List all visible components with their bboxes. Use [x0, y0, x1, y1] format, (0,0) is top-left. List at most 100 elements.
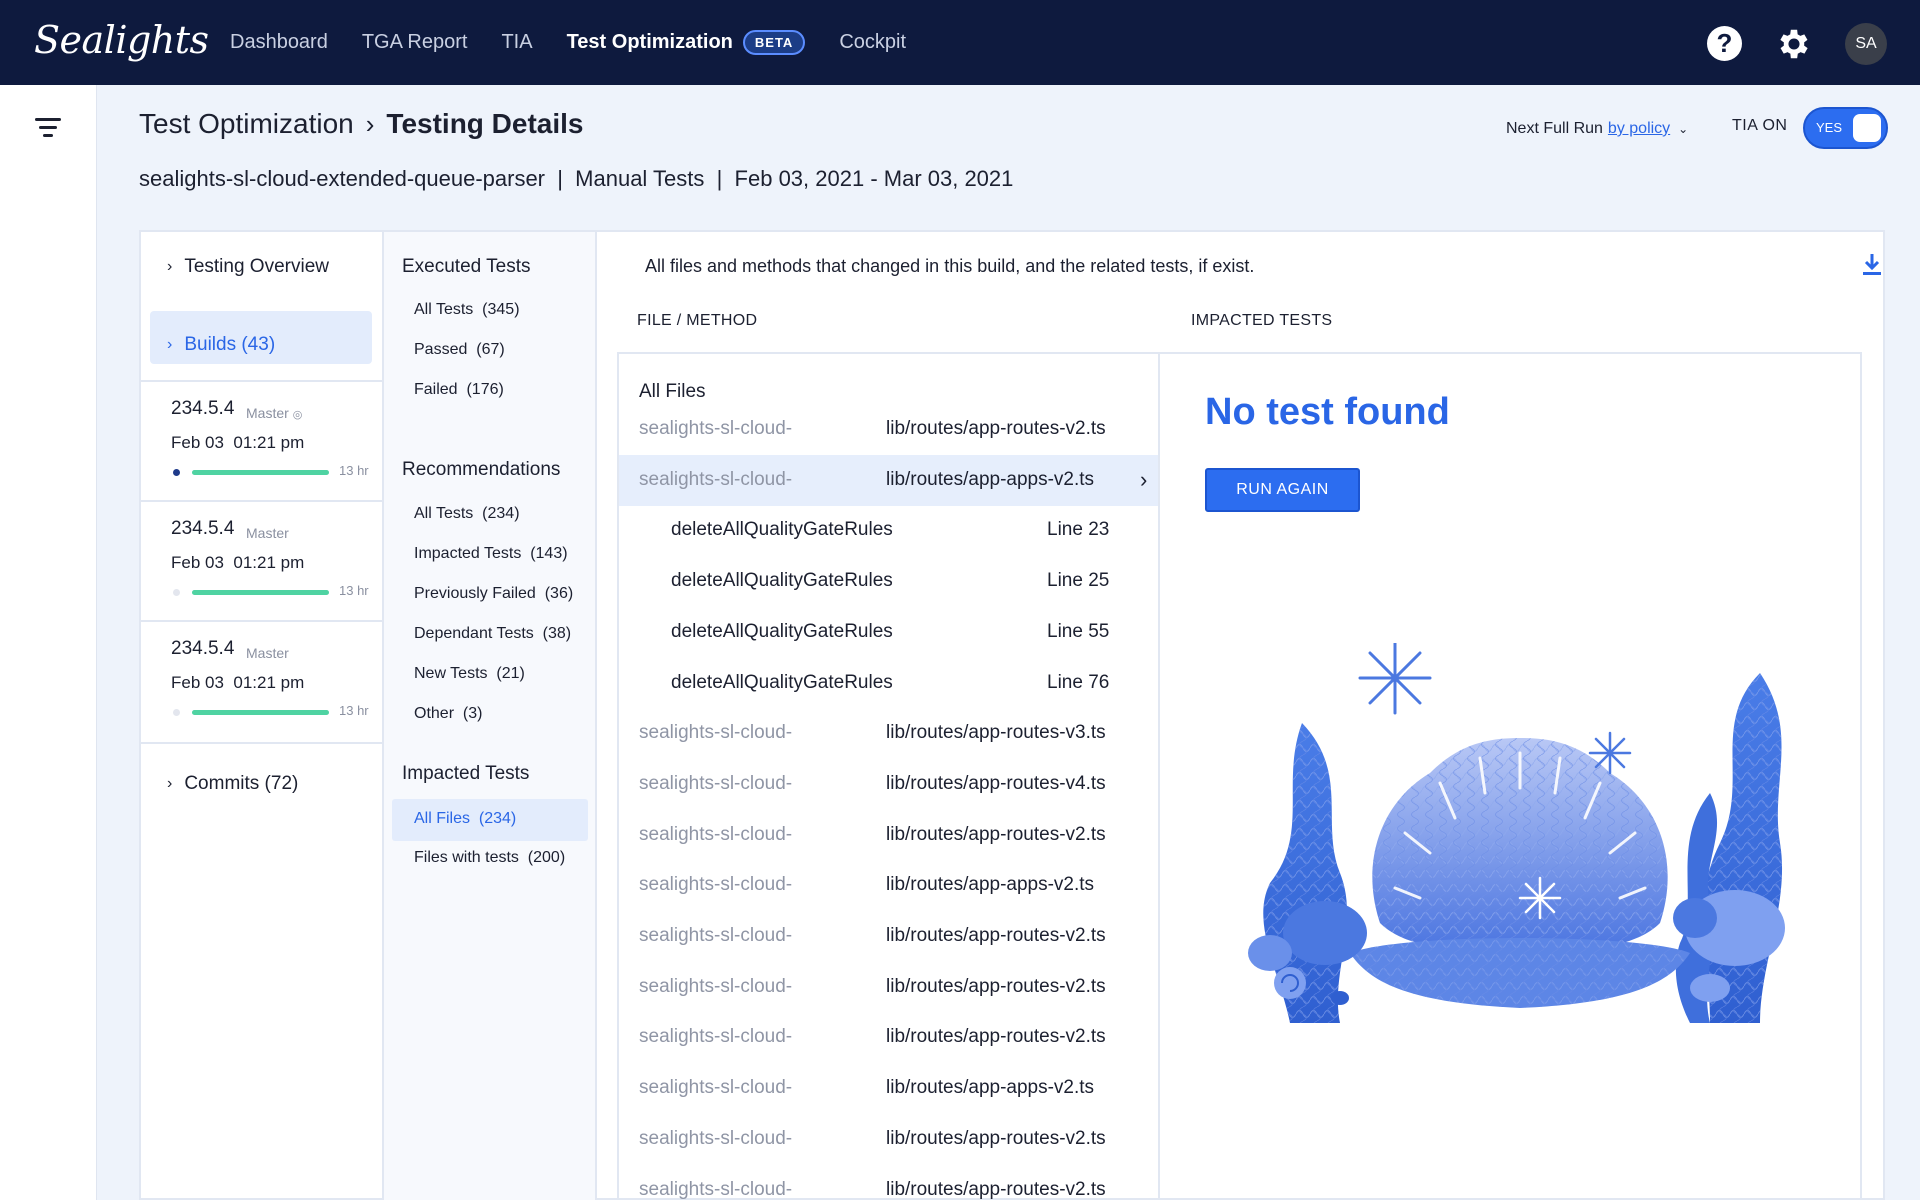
nav-cockpit[interactable]: Cockpit: [839, 31, 906, 54]
file-row[interactable]: sealights-sl-cloud-lib/routes/app-apps-v…: [619, 860, 1158, 911]
nav-label: TIA: [501, 31, 533, 53]
breadcrumb: Test Optimization › Testing Details: [139, 108, 584, 140]
file-row[interactable]: sealights-sl-cloud-lib/routes/app-routes…: [619, 810, 1158, 861]
file-row[interactable]: sealights-sl-cloud-lib/routes/app-apps-v…: [619, 1063, 1158, 1114]
build-version: 234.5.4: [171, 638, 235, 659]
column-header-file: FILE / METHOD: [637, 312, 758, 329]
nav-tga-report[interactable]: TGA Report: [362, 31, 468, 54]
file-row[interactable]: sealights-sl-cloud-lib/routes/app-routes…: [619, 708, 1158, 759]
method-row[interactable]: deleteAllQualityGateRules Line 55: [619, 607, 1158, 658]
toggle-label: YES: [1816, 120, 1843, 135]
filter-item[interactable]: Failed (176): [414, 381, 504, 399]
file-row[interactable]: sealights-sl-cloud-lib/routes/app-routes…: [619, 404, 1158, 455]
file-path: lib/routes/app-routes-v2.ts: [886, 418, 1106, 439]
column-header-tests: IMPACTED TESTS: [1191, 312, 1333, 329]
sealights-logo[interactable]: Sealights: [34, 18, 209, 62]
breadcrumb-parent[interactable]: Test Optimization: [139, 108, 354, 140]
filter-icon[interactable]: [35, 118, 61, 138]
filter-item[interactable]: Files with tests (200): [414, 849, 565, 867]
file-path: lib/routes/app-routes-v2.ts: [886, 1178, 1106, 1200]
file-repo: sealights-sl-cloud-: [639, 823, 793, 845]
filter-item[interactable]: All Tests (234): [414, 505, 520, 523]
avatar[interactable]: SA: [1845, 23, 1887, 65]
info-icon: ◎: [292, 409, 303, 421]
file-row[interactable]: sealights-sl-cloud-lib/routes/app-routes…: [619, 1165, 1158, 1200]
impacted-tests-title: Impacted Tests: [402, 763, 530, 784]
testing-overview-toggle[interactable]: › Testing Overview: [167, 256, 329, 278]
status-dot: [173, 589, 180, 596]
nav-label: Test Optimization: [566, 31, 733, 53]
divider: [141, 742, 382, 744]
tia-toggle[interactable]: YES: [1803, 107, 1888, 149]
file-path: lib/routes/app-routes-v2.ts: [886, 823, 1106, 845]
build-card[interactable]: 234.5.4 Master Feb 03 01:21 pm 13 hr: [141, 500, 382, 619]
filter-item[interactable]: Passed (67): [414, 341, 505, 359]
nav-dashboard[interactable]: Dashboard: [230, 31, 328, 54]
section-label: Commits (72): [184, 773, 299, 794]
all-files-label: All Files: [639, 381, 706, 402]
progress-fill: [192, 710, 329, 715]
by-policy-link[interactable]: by policy: [1608, 120, 1670, 138]
file-row[interactable]: sealights-sl-cloud-lib/routes/app-apps-v…: [619, 454, 1158, 506]
tia-label: TIA ON: [1732, 117, 1788, 134]
file-row[interactable]: sealights-sl-cloud-lib/routes/app-routes…: [619, 962, 1158, 1013]
filter-item[interactable]: Previously Failed (36): [414, 585, 573, 603]
nav-test-optimization[interactable]: Test Optimization BETA: [567, 30, 806, 55]
build-branch: Master: [246, 525, 289, 541]
progress-fill: [192, 470, 329, 475]
method-row[interactable]: deleteAllQualityGateRules Line 76: [619, 658, 1158, 709]
build-branch: Master ◎: [246, 405, 302, 421]
nav-tia[interactable]: TIA: [501, 31, 532, 54]
status-dot: [173, 709, 180, 716]
main-content: All files and methods that changed in th…: [597, 232, 1885, 1200]
build-card[interactable]: 234.5.4 Master ◎ Feb 03 01:21 pm 13 hr: [141, 380, 382, 499]
filter-item[interactable]: All Tests (345): [414, 301, 520, 319]
file-row[interactable]: sealights-sl-cloud-lib/routes/app-routes…: [619, 759, 1158, 810]
build-date: Feb 03 01:21 pm: [171, 673, 305, 692]
seashell-illustration: [1248, 643, 1785, 1023]
gear-icon[interactable]: [1775, 25, 1813, 63]
download-icon[interactable]: [1861, 252, 1883, 276]
branch-name: Master: [246, 405, 289, 421]
left-column: › Testing Overview › Builds (43) 234.5.4…: [141, 232, 384, 1200]
executed-tests-title: Executed Tests: [402, 256, 531, 277]
builds-toggle[interactable]: › Builds (43): [150, 311, 372, 364]
method-name: deleteAllQualityGateRules: [671, 570, 893, 592]
help-icon[interactable]: ?: [1707, 26, 1742, 61]
build-card[interactable]: 234.5.4 Master Feb 03 01:21 pm 13 hr: [141, 620, 382, 739]
method-row[interactable]: deleteAllQualityGateRules Line 23: [619, 505, 1158, 556]
file-row[interactable]: sealights-sl-cloud-lib/routes/app-routes…: [619, 911, 1158, 962]
file-row[interactable]: sealights-sl-cloud-lib/routes/app-routes…: [619, 1114, 1158, 1165]
nav-label: Cockpit: [839, 31, 907, 53]
build-date: Feb 03 01:21 pm: [171, 553, 305, 572]
method-line: Line 55: [1047, 620, 1110, 642]
filter-column: Executed Tests All Tests (345) Passed (6…: [384, 232, 597, 1200]
file-repo: sealights-sl-cloud-: [639, 925, 793, 946]
file-repo: sealights-sl-cloud-: [639, 722, 793, 744]
filter-item[interactable]: Impacted Tests (143): [414, 545, 568, 563]
progress-bar: [192, 590, 329, 595]
commits-toggle[interactable]: › Commits (72): [167, 773, 298, 795]
file-row[interactable]: sealights-sl-cloud-lib/routes/app-routes…: [619, 1012, 1158, 1063]
file-path: lib/routes/app-routes-v2.ts: [886, 1127, 1106, 1149]
build-duration: 13 hr: [339, 703, 369, 718]
file-path: lib/routes/app-routes-v2.ts: [886, 1026, 1106, 1048]
filter-item[interactable]: Other (3): [414, 705, 482, 723]
file-path: lib/routes/app-routes-v2.ts: [886, 975, 1106, 997]
filter-item-all-files[interactable]: All Files (234): [392, 799, 588, 841]
file-repo: sealights-sl-cloud-: [639, 874, 793, 896]
file-repo: sealights-sl-cloud-: [639, 975, 793, 997]
method-row[interactable]: deleteAllQualityGateRules Line 25: [619, 556, 1158, 607]
filter-item[interactable]: New Tests (21): [414, 665, 525, 683]
no-test-message: No test found: [1205, 391, 1450, 433]
progress-bar: [192, 710, 329, 715]
progress-bar: [192, 470, 329, 475]
recommendations-title: Recommendations: [402, 459, 561, 480]
filter-item[interactable]: Dependant Tests (38): [414, 625, 571, 643]
file-path: lib/routes/app-apps-v2.ts: [886, 874, 1095, 896]
file-path: lib/routes/app-apps-v2.ts: [886, 468, 1095, 490]
beta-badge: BETA: [742, 30, 806, 55]
chevron-down-icon[interactable]: ⌄: [1678, 122, 1688, 136]
method-name: deleteAllQualityGateRules: [671, 620, 893, 642]
run-again-button[interactable]: RUN AGAIN: [1205, 468, 1360, 512]
